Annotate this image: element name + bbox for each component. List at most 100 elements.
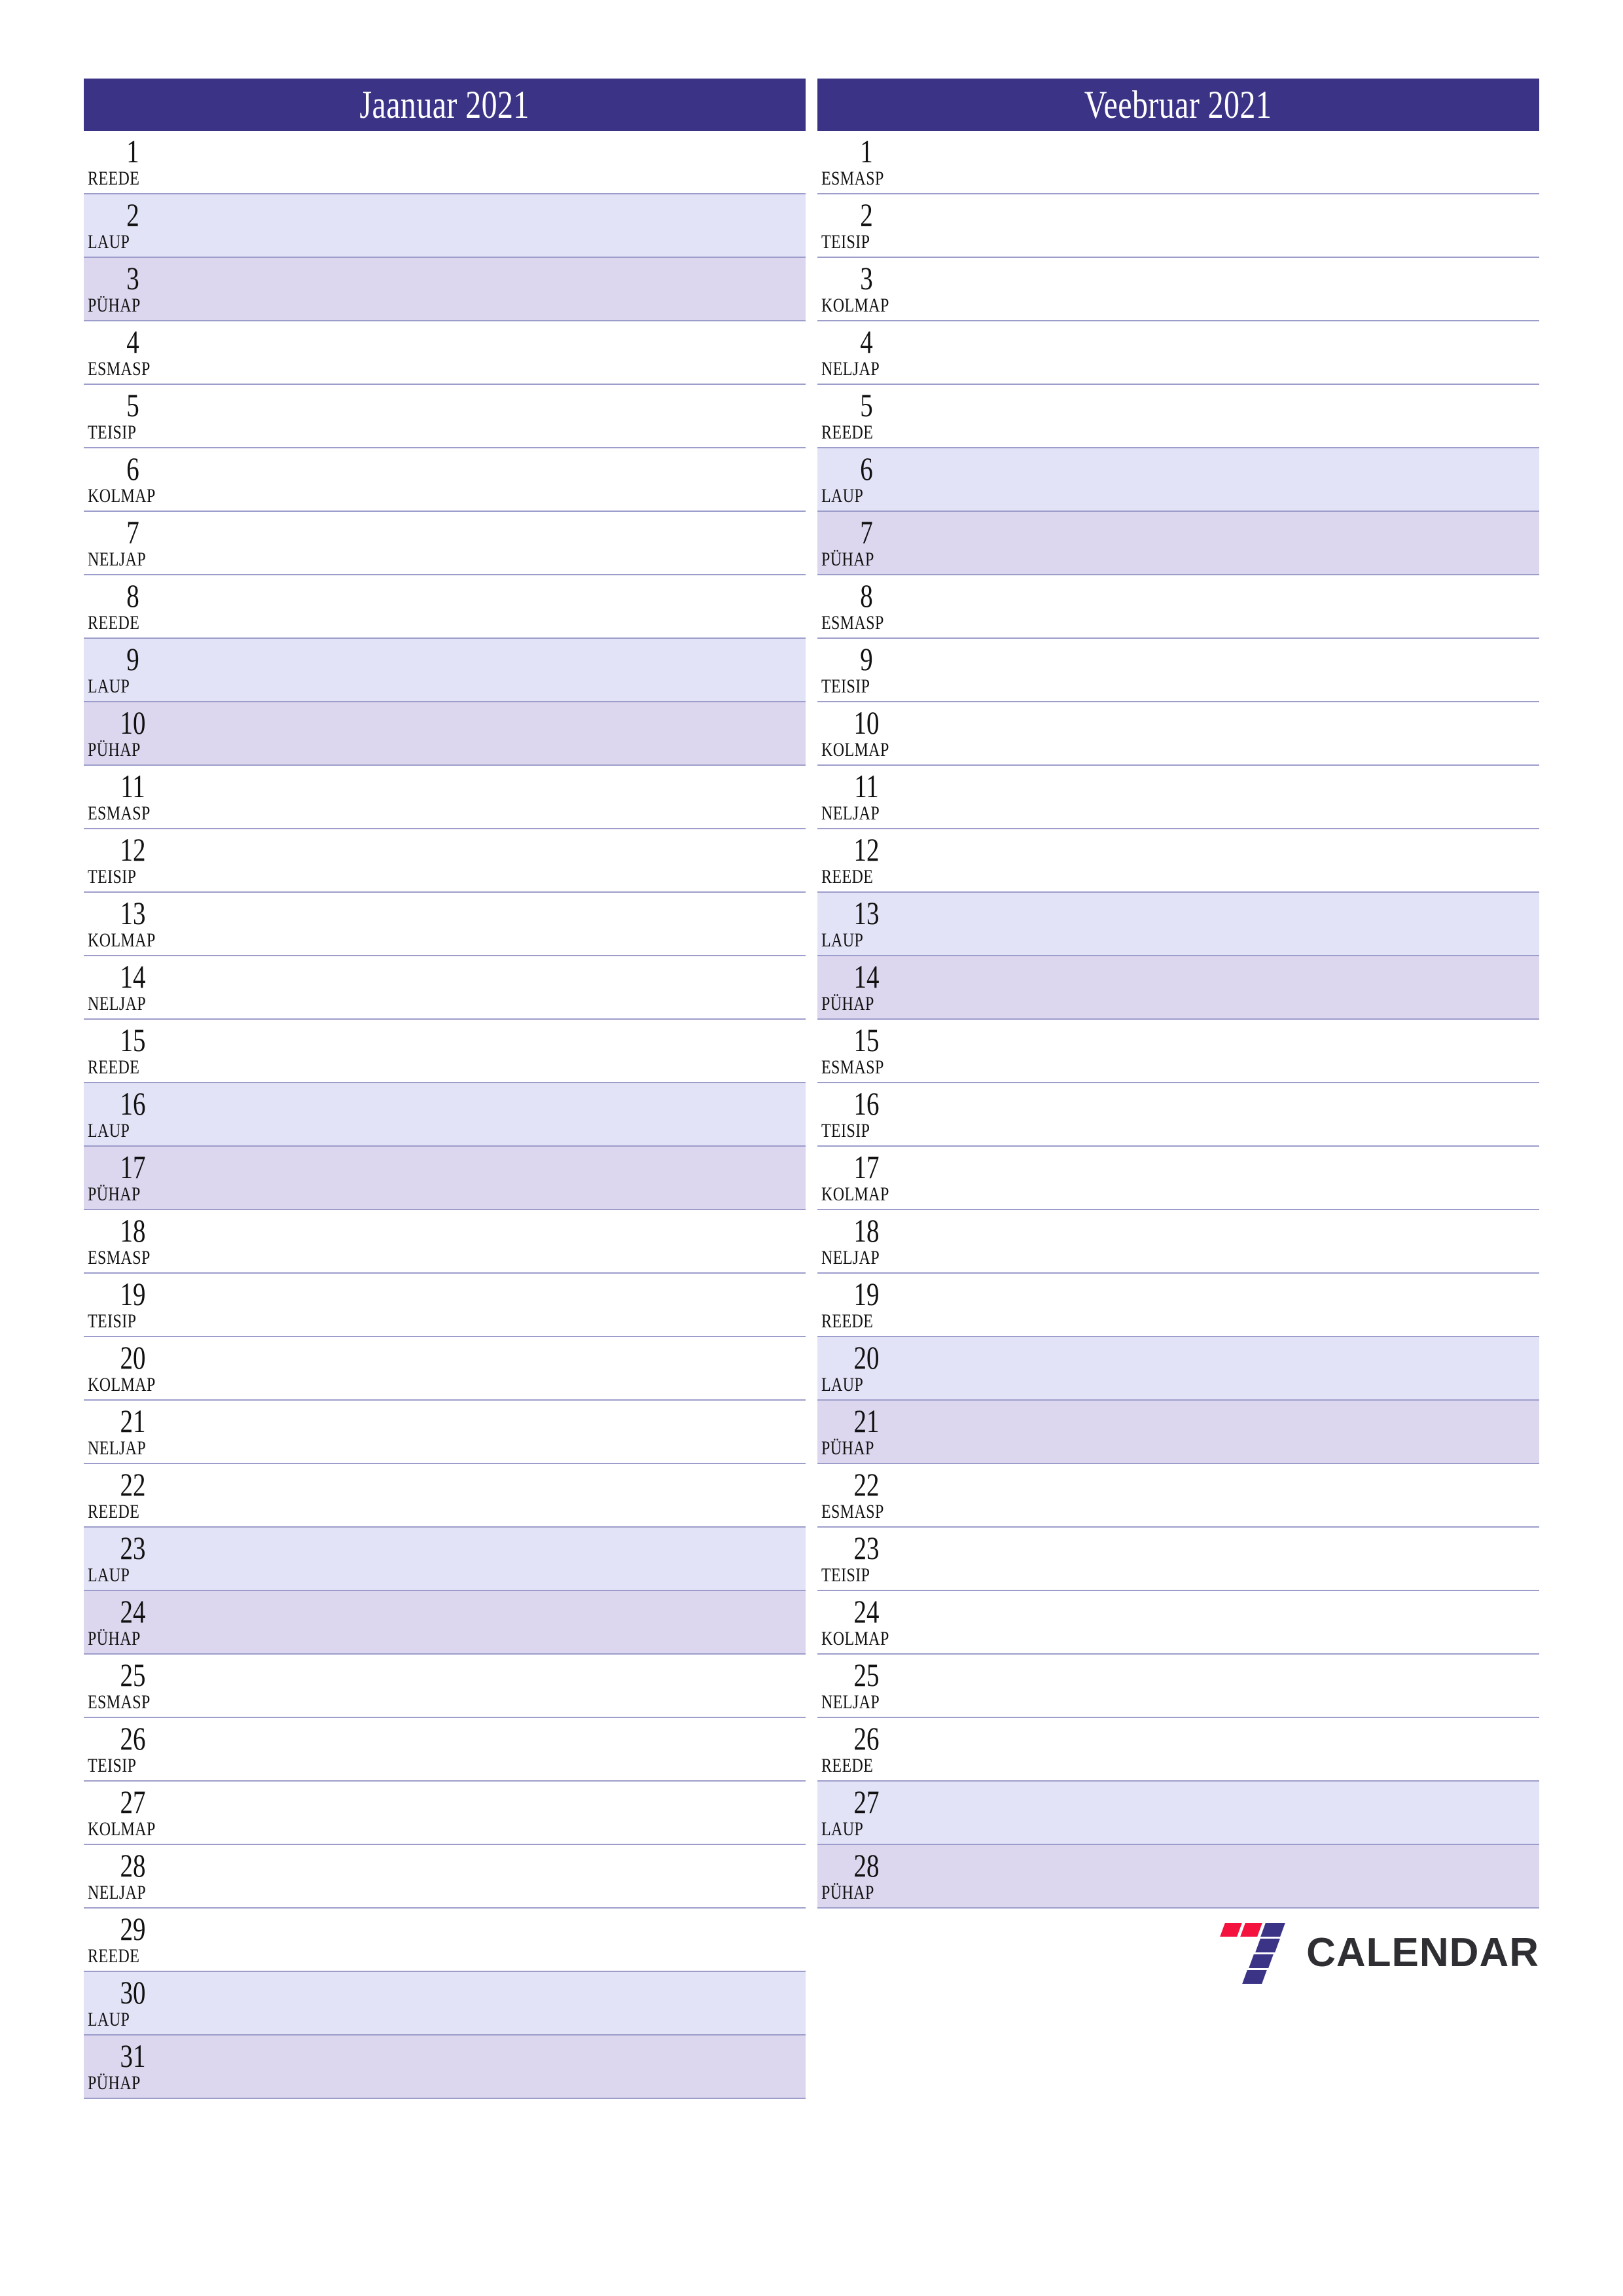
day-row[interactable]: 22 ESMASP <box>817 1464 1539 1528</box>
day-row[interactable]: 20 KOLMAP <box>84 1337 806 1401</box>
day-row[interactable]: 16 TEISIP <box>817 1083 1539 1147</box>
day-row[interactable]: 1 REEDE <box>84 131 806 194</box>
day-row[interactable]: 7 PÜHAP <box>817 512 1539 575</box>
day-name: REEDE <box>88 612 140 634</box>
day-row[interactable]: 20 LAUP <box>817 1337 1539 1401</box>
day-number: 7 <box>860 514 873 550</box>
day-row[interactable]: 13 LAUP <box>817 893 1539 956</box>
day-name: PÜHAP <box>88 1628 141 1649</box>
day-number: 2 <box>860 196 873 233</box>
day-row[interactable]: 12 TEISIP <box>84 829 806 893</box>
day-name: TEISIP <box>88 1755 137 1776</box>
day-row[interactable]: 26 REEDE <box>817 1718 1539 1782</box>
day-name: ESMASP <box>821 1056 884 1078</box>
day-row[interactable]: 12 REEDE <box>817 829 1539 893</box>
day-row[interactable]: 15 ESMASP <box>817 1020 1539 1083</box>
day-row[interactable]: 4 NELJAP <box>817 321 1539 385</box>
day-number: 8 <box>126 577 139 614</box>
day-row[interactable]: 10 PÜHAP <box>84 702 806 766</box>
day-name: PÜHAP <box>88 295 141 316</box>
month-header-january: Jaanuar 2021 <box>84 79 806 131</box>
day-row[interactable]: 25 NELJAP <box>817 1655 1539 1718</box>
day-row[interactable]: 28 NELJAP <box>84 1845 806 1909</box>
month-title: Jaanuar 2021 <box>359 83 530 126</box>
day-row[interactable]: 18 NELJAP <box>817 1210 1539 1274</box>
day-row[interactable]: 13 KOLMAP <box>84 893 806 956</box>
day-name: KOLMAP <box>88 1818 156 1840</box>
day-number: 25 <box>853 1657 880 1693</box>
day-number: 6 <box>860 450 873 487</box>
day-name: ESMASP <box>821 168 884 189</box>
day-row[interactable]: 3 PÜHAP <box>84 258 806 321</box>
day-row[interactable]: 16 LAUP <box>84 1083 806 1147</box>
day-row[interactable]: 11 NELJAP <box>817 766 1539 829</box>
day-name: REEDE <box>821 1755 874 1776</box>
day-row[interactable]: 24 PÜHAP <box>84 1591 806 1655</box>
day-row[interactable]: 10 KOLMAP <box>817 702 1539 766</box>
day-number: 27 <box>853 1784 880 1820</box>
day-number: 17 <box>853 1149 880 1185</box>
day-row[interactable]: 8 REEDE <box>84 575 806 639</box>
day-row[interactable]: 23 TEISIP <box>817 1528 1539 1591</box>
day-name: PÜHAP <box>88 739 141 761</box>
day-number: 19 <box>853 1276 880 1312</box>
day-row[interactable]: 23 LAUP <box>84 1528 806 1591</box>
day-row[interactable]: 19 REEDE <box>817 1274 1539 1337</box>
day-name: NELJAP <box>821 1247 880 1268</box>
day-row[interactable]: 28 PÜHAP <box>817 1845 1539 1909</box>
day-row[interactable]: 11 ESMASP <box>84 766 806 829</box>
day-row[interactable]: 25 ESMASP <box>84 1655 806 1718</box>
day-row[interactable]: 14 NELJAP <box>84 956 806 1020</box>
day-row[interactable]: 21 NELJAP <box>84 1401 806 1464</box>
day-row[interactable]: 29 REEDE <box>84 1909 806 1972</box>
day-name: KOLMAP <box>88 929 156 951</box>
day-number: 13 <box>853 895 880 931</box>
day-row[interactable]: 27 KOLMAP <box>84 1782 806 1845</box>
day-row[interactable]: 15 REEDE <box>84 1020 806 1083</box>
day-row[interactable]: 26 TEISIP <box>84 1718 806 1782</box>
day-row[interactable]: 5 TEISIP <box>84 385 806 448</box>
day-number: 20 <box>853 1339 880 1376</box>
day-number: 6 <box>126 450 139 487</box>
day-row[interactable]: 9 LAUP <box>84 639 806 702</box>
day-row[interactable]: 17 PÜHAP <box>84 1147 806 1210</box>
day-row[interactable]: 5 REEDE <box>817 385 1539 448</box>
day-row[interactable]: 14 PÜHAP <box>817 956 1539 1020</box>
day-number: 10 <box>120 704 146 741</box>
day-name: TEISIP <box>88 422 137 443</box>
day-row[interactable]: 30 LAUP <box>84 1972 806 2036</box>
day-name: LAUP <box>88 231 130 253</box>
day-row[interactable]: 2 TEISIP <box>817 194 1539 258</box>
day-number: 23 <box>120 1530 146 1566</box>
day-row[interactable]: 24 KOLMAP <box>817 1591 1539 1655</box>
day-row[interactable]: 22 REEDE <box>84 1464 806 1528</box>
day-row[interactable]: 27 LAUP <box>817 1782 1539 1845</box>
day-row[interactable]: 6 KOLMAP <box>84 448 806 512</box>
day-name: PÜHAP <box>821 548 874 570</box>
day-number: 22 <box>853 1466 880 1503</box>
day-row[interactable]: 31 PÜHAP <box>84 2036 806 2099</box>
day-row[interactable]: 8 ESMASP <box>817 575 1539 639</box>
day-row[interactable]: 6 LAUP <box>817 448 1539 512</box>
day-number: 5 <box>860 387 873 423</box>
day-row[interactable]: 7 NELJAP <box>84 512 806 575</box>
day-row[interactable]: 4 ESMASP <box>84 321 806 385</box>
day-row[interactable]: 2 LAUP <box>84 194 806 258</box>
day-row[interactable]: 9 TEISIP <box>817 639 1539 702</box>
day-row[interactable]: 18 ESMASP <box>84 1210 806 1274</box>
day-row[interactable]: 3 KOLMAP <box>817 258 1539 321</box>
day-name: KOLMAP <box>821 295 889 316</box>
day-name: REEDE <box>821 866 874 888</box>
day-name: LAUP <box>821 929 864 951</box>
day-number: 24 <box>853 1593 880 1630</box>
day-number: 30 <box>120 1974 146 2011</box>
month-header-february: Veebruar 2021 <box>817 79 1539 131</box>
day-row[interactable]: 21 PÜHAP <box>817 1401 1539 1464</box>
day-row[interactable]: 17 KOLMAP <box>817 1147 1539 1210</box>
day-row[interactable]: 19 TEISIP <box>84 1274 806 1337</box>
day-name: LAUP <box>88 1120 130 1141</box>
calendar-page: Jaanuar 2021 1 REEDE 2 LAUP 3 PÜHAP 4 ESMASP 5 TE… <box>0 0 1623 2296</box>
day-name: LAUP <box>88 2009 130 2030</box>
day-row[interactable]: 1 ESMASP <box>817 131 1539 194</box>
day-number: 15 <box>853 1022 880 1058</box>
